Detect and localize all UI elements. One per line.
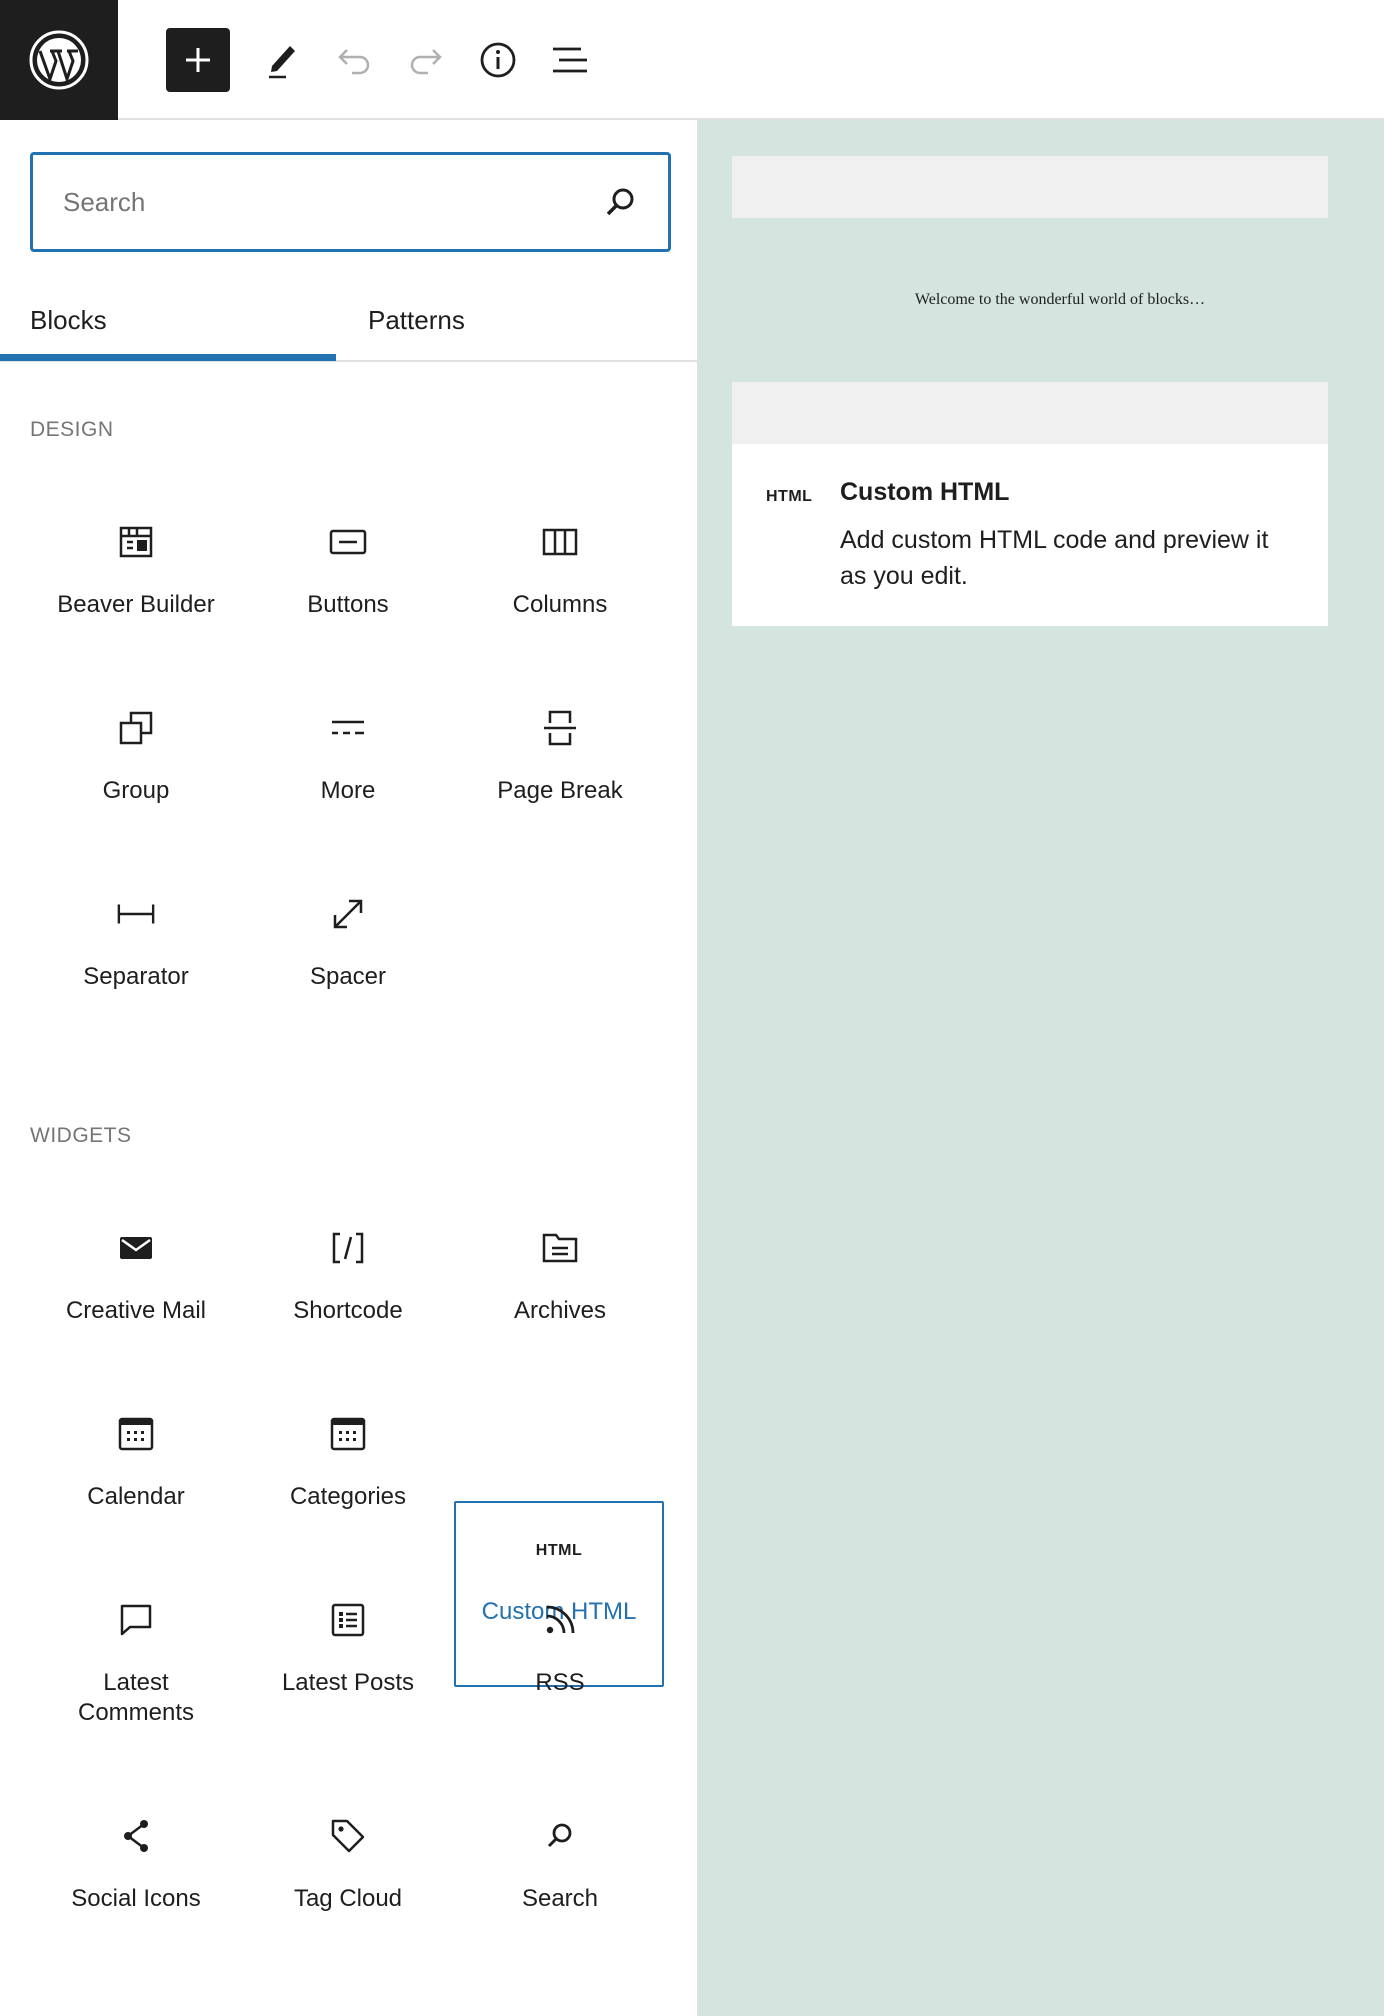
- block-item-archives[interactable]: Archives: [455, 1198, 665, 1384]
- redo-icon: [410, 49, 442, 75]
- block-label: Columns: [512, 591, 608, 618]
- block-label: Shortcode: [293, 1297, 403, 1324]
- undo-icon: [338, 49, 370, 75]
- block-label: Calendar: [87, 1483, 185, 1510]
- block-card: HTML Custom HTML Add custom HTML code an…: [732, 444, 1328, 626]
- separator-icon: [117, 904, 155, 924]
- block-item-shortcode[interactable]: Shortcode: [243, 1198, 453, 1384]
- redo-button[interactable]: [394, 28, 458, 92]
- block-item-more[interactable]: More: [243, 678, 453, 864]
- preview-sample-text: Welcome to the wonderful world of blocks…: [914, 291, 1206, 308]
- add-block-button[interactable]: [166, 28, 230, 92]
- category-title-design: Design: [30, 418, 114, 441]
- inserter-tabs: Blocks Patterns: [0, 278, 697, 362]
- category-title-widgets: Widgets: [30, 1124, 132, 1147]
- search-icon: [547, 1823, 572, 1848]
- block-label: Creative Mail: [65, 1297, 207, 1324]
- block-item-calendar[interactable]: Calendar: [31, 1384, 241, 1570]
- block-card-title: Custom HTML: [840, 478, 1010, 506]
- pencil-icon: [269, 46, 295, 79]
- info-icon: [480, 42, 516, 78]
- block-label: Separator: [83, 963, 189, 990]
- block-item-creative-mail[interactable]: Creative Mail: [31, 1198, 241, 1384]
- block-label: Buttons: [307, 591, 389, 618]
- wordpress-logo-button[interactable]: [0, 0, 118, 120]
- block-item-beaver-builder[interactable]: Beaver Builder: [31, 492, 241, 678]
- tab-blocks[interactable]: Blocks: [30, 278, 336, 362]
- search-field[interactable]: [30, 152, 671, 252]
- block-label: Social Icons: [71, 1885, 201, 1912]
- undo-button[interactable]: [322, 28, 386, 92]
- tab-patterns[interactable]: Patterns: [368, 278, 668, 362]
- shortcode-icon: [332, 1232, 364, 1264]
- block-label: More: [320, 777, 376, 804]
- block-label: Tag Cloud: [293, 1885, 403, 1912]
- details-button[interactable]: [466, 28, 530, 92]
- block-item-latest-comments[interactable]: Latest Comments: [31, 1570, 241, 1790]
- group-icon: [119, 711, 153, 745]
- block-item-categories[interactable]: Categories: [243, 1384, 453, 1570]
- mail-icon: [120, 1237, 152, 1259]
- block-item-tag-cloud[interactable]: Tag Cloud: [243, 1786, 453, 1972]
- beaver-builder-icon: [119, 526, 153, 558]
- block-item-latest-posts[interactable]: Latest Posts: [243, 1570, 453, 1756]
- block-item-group[interactable]: Group: [31, 678, 241, 864]
- block-item-columns[interactable]: Columns: [455, 492, 665, 678]
- block-item-social-icons[interactable]: Social Icons: [31, 1786, 241, 1972]
- block-item-page-break[interactable]: Page Break: [455, 678, 665, 864]
- block-label: Latest Comments: [77, 1669, 195, 1726]
- categories-icon: [330, 1417, 366, 1451]
- html-icon: HTML: [766, 488, 813, 505]
- more-icon: [332, 720, 364, 735]
- block-label: Latest Posts: [281, 1669, 415, 1696]
- block-label: Search: [521, 1885, 599, 1912]
- block-label: Group: [102, 777, 170, 804]
- archives-icon: [542, 1233, 578, 1263]
- block-item-spacer[interactable]: Spacer: [243, 864, 453, 1050]
- search-input[interactable]: [63, 155, 603, 249]
- search-icon: [606, 188, 634, 216]
- tools-button[interactable]: [250, 28, 314, 92]
- page-break-icon: [544, 710, 576, 746]
- rss-icon: [546, 1605, 575, 1634]
- latest-posts-icon: [331, 1603, 365, 1637]
- search-submit-button[interactable]: [604, 185, 638, 219]
- plus-icon: [186, 48, 210, 72]
- block-item-search[interactable]: Search: [455, 1786, 665, 1972]
- block-label: Categories: [289, 1483, 407, 1510]
- block-preview-area: Welcome to the wonderful world of blocks…: [698, 120, 1384, 2016]
- preview-stripe: [732, 382, 1328, 444]
- spacer-icon: [333, 899, 363, 929]
- calendar-icon: [118, 1417, 154, 1451]
- tag-icon: [331, 1819, 365, 1853]
- block-label: Page Break: [497, 777, 623, 804]
- block-item-rss[interactable]: RSS: [455, 1570, 665, 1756]
- block-label: RSS: [535, 1669, 585, 1696]
- outline-button[interactable]: [538, 28, 602, 92]
- wordpress-logo-icon: [29, 30, 89, 90]
- block-item-buttons[interactable]: Buttons: [243, 492, 453, 678]
- block-label: Spacer: [309, 963, 387, 990]
- block-preview-card: Welcome to the wonderful world of blocks…: [732, 156, 1328, 626]
- block-label: Beaver Builder: [57, 591, 215, 618]
- comment-icon: [120, 1604, 152, 1636]
- preview-stripe: [732, 156, 1328, 218]
- buttons-icon: [329, 529, 367, 555]
- list-view-icon: [553, 47, 587, 73]
- block-item-separator[interactable]: Separator: [31, 864, 241, 1050]
- block-label: Archives: [513, 1297, 607, 1324]
- block-inserter-panel: Blocks Patterns Design Beaver Builder Bu…: [0, 120, 698, 2016]
- columns-icon: [542, 528, 578, 556]
- preview-content: Welcome to the wonderful world of blocks…: [732, 218, 1328, 382]
- share-icon: [124, 1820, 148, 1852]
- html-icon: HTML: [535, 1542, 583, 1559]
- block-card-description: Add custom HTML code and preview it as y…: [840, 526, 1269, 590]
- active-tab-indicator: [0, 354, 336, 361]
- editor-header: [0, 0, 1384, 120]
